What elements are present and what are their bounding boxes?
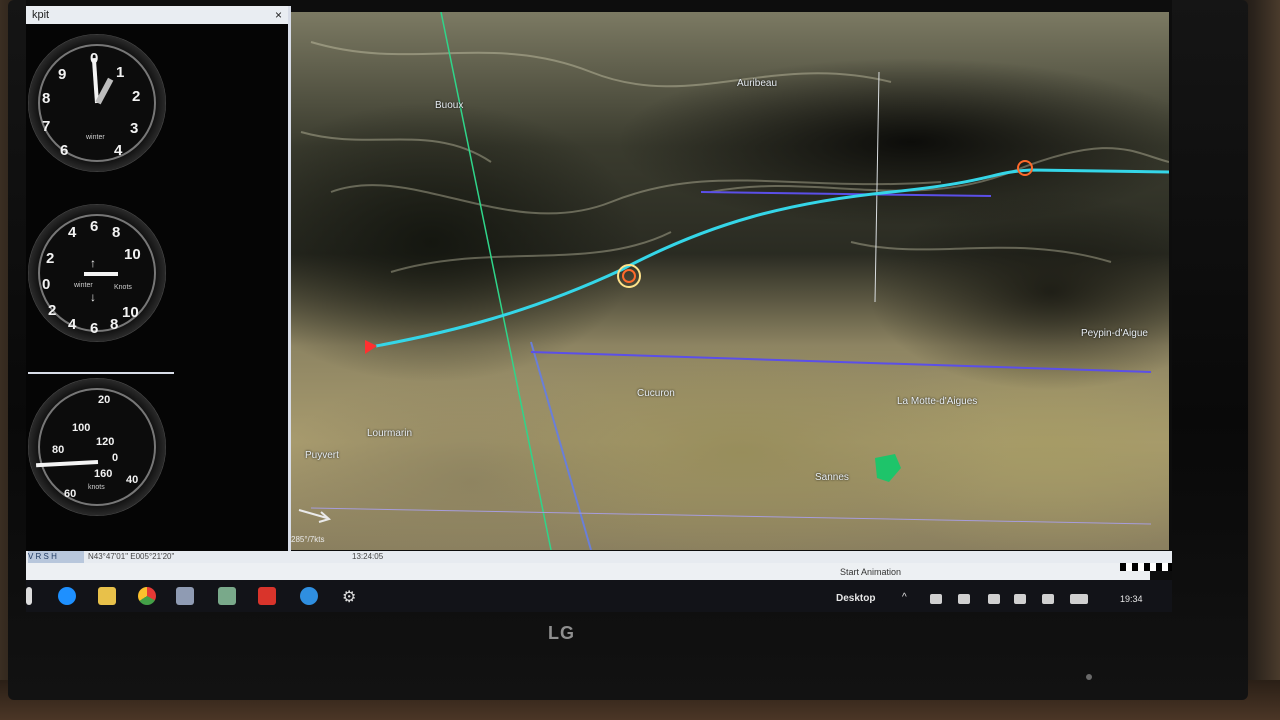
map-overlay [298, 12, 1169, 550]
wifi-icon[interactable] [988, 594, 1000, 604]
landing-field [875, 454, 901, 482]
variometer-brand: winter [74, 282, 93, 289]
power-led [1086, 674, 1092, 680]
aircraft-marker-icon [365, 340, 377, 354]
screen: kpit × 9 0 1 2 3 4 6 7 8 winter 4 6 8 10… [26, 0, 1172, 612]
desktop-toolbar[interactable]: Desktop [836, 593, 875, 604]
airspeed-gauge: 20 100 120 80 0 160 40 60 knots [28, 378, 166, 516]
airspace-line [310, 507, 1152, 525]
airspeed-number: 120 [96, 436, 115, 448]
variometer-number: 2 [48, 302, 57, 319]
airspeed-number: 0 [112, 452, 119, 464]
variometer-unit: Knots [114, 284, 132, 291]
place-label: La Motte-d'Aigues [897, 396, 978, 407]
edge-icon[interactable] [300, 587, 318, 605]
place-label: Buoux [435, 100, 464, 111]
altimeter-number: 9 [58, 66, 67, 83]
altimeter-number: 7 [42, 118, 51, 135]
place-label: Lourmarin [367, 428, 413, 439]
windows-start-icon[interactable] [26, 587, 32, 605]
taskbar-clock[interactable]: 19:34 [1120, 594, 1143, 604]
grid-line [874, 71, 880, 303]
variometer-number: 6 [90, 320, 99, 337]
terrain-ridges [300, 41, 1169, 273]
airspeed-number: 160 [94, 468, 113, 480]
altimeter-number: 3 [130, 120, 139, 137]
airspeed-number: 100 [72, 422, 91, 434]
variometer-number: 2 [46, 250, 55, 267]
airspeed-number: 60 [64, 488, 77, 500]
place-label: Cucuron [637, 388, 675, 399]
altimeter-number: 4 [114, 142, 123, 159]
variometer-number: 10 [122, 304, 139, 321]
cockpit-title: kpit [32, 9, 50, 21]
close-icon[interactable]: × [275, 6, 282, 24]
chevron-up-icon[interactable]: ^ [902, 592, 907, 603]
wind-readout: 285°/7kts [291, 535, 325, 544]
place-label: Peypin-d'Aigue [1081, 328, 1148, 339]
status-flags[interactable]: V R S H [28, 551, 84, 563]
altimeter-brand: winter [86, 134, 105, 141]
status-bar: V R S H N43°47'01" E005°21'20" 13:24:05 [26, 551, 1172, 563]
airspeed-number: 20 [98, 394, 111, 406]
waypoint-circle [622, 269, 636, 283]
app-icon[interactable] [218, 587, 236, 605]
checkered-flag-icon [1120, 563, 1172, 571]
variometer-number: 0 [42, 276, 51, 293]
chrome-icon[interactable] [138, 587, 156, 605]
coordinates-readout: N43°47'01" E005°21'20" [88, 552, 175, 561]
waypoint-circle [617, 264, 641, 288]
monitor-logo: LG [548, 623, 575, 643]
taskbar: ⚙ Desktop ^ 19:34 [26, 580, 1172, 612]
altimeter-number: 8 [42, 90, 51, 107]
app-icon[interactable] [258, 587, 276, 605]
cockpit-titlebar: kpit × [26, 6, 288, 24]
variometer-number: 4 [68, 224, 77, 241]
variometer-number: 4 [68, 316, 77, 333]
variometer-needle [84, 272, 118, 276]
grid-line [440, 12, 552, 550]
ie-browser-icon[interactable] [58, 587, 76, 605]
animation-bar: Start Animation [26, 563, 1150, 580]
variometer-number: 8 [110, 316, 119, 333]
airspace-line [530, 351, 1152, 373]
settings-gear-icon[interactable]: ⚙ [342, 587, 360, 606]
place-label: Auribeau [737, 78, 778, 89]
cockpit-panel: kpit × 9 0 1 2 3 4 6 7 8 winter 4 6 8 10… [26, 6, 291, 551]
altimeter-number: 6 [60, 142, 69, 159]
altimeter-number: 2 [132, 88, 141, 105]
grid-line [530, 341, 592, 550]
up-arrow-icon: ↑ [90, 256, 96, 270]
panel-divider [28, 372, 174, 374]
airspeed-number: 40 [126, 474, 139, 486]
down-arrow-icon: ↓ [90, 290, 96, 304]
variometer-number: 6 [90, 218, 99, 235]
airspeed-number: 80 [52, 444, 65, 456]
altimeter-gauge: 9 0 1 2 3 4 6 7 8 winter [28, 34, 166, 172]
airspace-line [700, 191, 992, 197]
start-animation-button[interactable]: Start Animation [840, 563, 901, 581]
clock-readout: 13:24:05 [352, 552, 384, 561]
place-label: Puyvert [305, 450, 339, 461]
variometer-number: 8 [112, 224, 121, 241]
airspeed-unit: knots [88, 484, 105, 491]
place-label: Sannes [815, 472, 849, 483]
variometer-gauge: 4 6 8 10 2 0 2 4 6 8 10 winter Knots ↑ ↓ [28, 204, 166, 342]
people-icon[interactable] [930, 594, 942, 604]
notification-icon[interactable] [1042, 594, 1054, 604]
terrain-map[interactable]: Buoux Auribeau Peypin-d'Aigue Cucuron La… [291, 12, 1169, 550]
volume-icon[interactable] [1014, 594, 1026, 604]
battery-icon[interactable] [958, 594, 970, 604]
app-icon[interactable] [176, 587, 194, 605]
altimeter-number: 1 [116, 64, 125, 81]
keyboard-icon[interactable] [1070, 594, 1088, 604]
variometer-number: 10 [124, 246, 141, 263]
file-explorer-icon[interactable] [98, 587, 116, 605]
